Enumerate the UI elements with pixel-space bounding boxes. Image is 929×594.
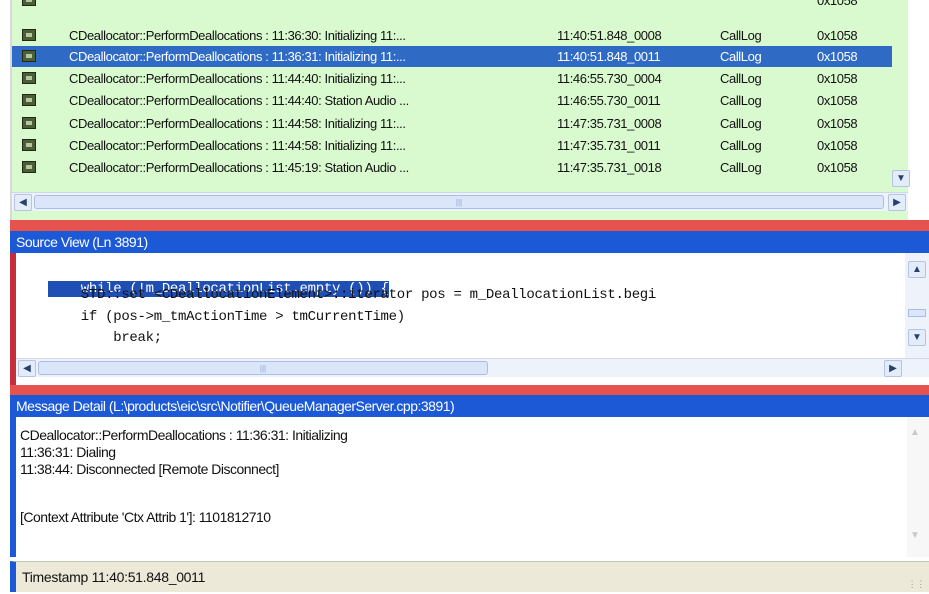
log-row[interactable]: CDeallocator::PerformDeallocations : 11:… xyxy=(12,135,892,156)
message-cell: CDeallocator::PerformDeallocations : 11:… xyxy=(69,93,409,108)
chevron-down-icon: ▼ xyxy=(910,530,920,541)
code-line: STD::set <CDeallocationElement>::iterato… xyxy=(16,287,657,303)
message-cell: CDeallocator::PerformDeallocations : 11:… xyxy=(69,160,409,175)
vertical-scrollbar[interactable]: ▲ ▼ xyxy=(907,417,929,557)
log-row[interactable]: CDeallocator::PerformDeallocations : 11:… xyxy=(12,90,892,111)
source-cell: CallLog xyxy=(720,28,762,43)
chevron-right-icon: ▶ xyxy=(893,197,901,208)
scroll-down-button[interactable]: ▼ xyxy=(910,530,920,541)
timestamp-cell: 11:40:51.848_0011 xyxy=(557,49,661,64)
log-row[interactable]: CDeallocator::PerformDeallocations : 11:… xyxy=(12,68,892,89)
log-entry-icon xyxy=(22,50,36,62)
message-detail-title: Message Detail (L:\products\eic\src\Noti… xyxy=(16,398,455,414)
grip-icon: ||| xyxy=(259,363,267,373)
scroll-up-button[interactable]: ▲ xyxy=(910,427,920,438)
grip-icon: ||| xyxy=(455,197,463,207)
scroll-right-button[interactable]: ▶ xyxy=(888,194,906,211)
scroll-left-button[interactable]: ◀ xyxy=(14,194,32,211)
scroll-right-button[interactable]: ▶ xyxy=(884,360,902,377)
thread-id-cell: 0x1058 xyxy=(817,49,858,64)
detail-line: 11:36:31: Dialing xyxy=(20,444,116,460)
scroll-down-button[interactable]: ▼ xyxy=(908,329,926,346)
chevron-down-icon: ▼ xyxy=(912,332,922,343)
source-cell: CallLog xyxy=(720,116,762,131)
detail-line: [Context Attribute 'Ctx Attrib 1']: 1101… xyxy=(20,509,271,525)
log-list[interactable]: 0x1058 CDeallocator::PerformDeallocation… xyxy=(10,0,910,220)
log-entry-icon xyxy=(22,161,36,173)
resize-grip-icon[interactable]: ⋮⋮ xyxy=(908,579,926,590)
log-entry-icon xyxy=(22,29,36,41)
timestamp-cell: 11:47:35.731_0011 xyxy=(557,138,661,153)
thread-id-cell: 0x1058 xyxy=(817,93,858,108)
scroll-thumb[interactable]: ||| xyxy=(34,195,884,209)
source-view-pane[interactable]: while (!m_DeallocationList.empty ()) { S… xyxy=(10,253,929,385)
message-cell: CDeallocator::PerformDeallocations : 11:… xyxy=(69,28,406,43)
source-cell: CallLog xyxy=(720,138,762,153)
source-cell: CallLog xyxy=(720,71,762,86)
detail-line: 11:38:44: Disconnected [Remote Disconnec… xyxy=(20,461,279,477)
thread-id-cell: 0x1058 xyxy=(817,160,858,175)
message-cell: CDeallocator::PerformDeallocations : 11:… xyxy=(69,71,406,86)
chevron-up-icon: ▲ xyxy=(910,427,920,438)
code-line: if (pos->m_tmActionTime > tmCurrentTime) xyxy=(16,309,405,325)
message-cell: CDeallocator::PerformDeallocations : 11:… xyxy=(69,138,406,153)
timestamp-cell: 11:47:35.731_0018 xyxy=(557,160,662,175)
source-cell: CallLog xyxy=(720,49,762,64)
source-cell: CallLog xyxy=(720,160,762,175)
source-view-header: Source View (Ln 3891) xyxy=(10,231,929,253)
log-row-selected[interactable]: CDeallocator::PerformDeallocations : 11:… xyxy=(12,46,892,67)
message-detail-pane[interactable]: CDeallocator::PerformDeallocations : 11:… xyxy=(10,417,929,557)
chevron-right-icon: ▶ xyxy=(889,363,897,374)
log-row-partial[interactable]: 0x1058 xyxy=(12,0,892,11)
timestamp-cell: 11:40:51.848_0008 xyxy=(557,28,662,43)
message-cell: CDeallocator::PerformDeallocations : 11:… xyxy=(69,49,406,64)
log-row[interactable]: CDeallocator::PerformDeallocations : 11:… xyxy=(12,113,892,134)
chevron-left-icon: ◀ xyxy=(19,197,27,208)
message-cell: CDeallocator::PerformDeallocations : 11:… xyxy=(69,116,406,131)
log-entry-icon xyxy=(22,72,36,84)
message-detail-header: Message Detail (L:\products\eic\src\Noti… xyxy=(10,395,929,417)
chevron-up-icon: ▲ xyxy=(912,264,922,275)
timestamp-cell: 11:46:55.730_0004 xyxy=(557,71,662,86)
log-entry-icon xyxy=(22,0,36,6)
scroll-left-button[interactable]: ◀ xyxy=(18,360,36,377)
thread-id-cell: 0x1058 xyxy=(817,0,858,8)
log-entry-icon xyxy=(22,139,36,151)
thread-id-cell: 0x1058 xyxy=(817,138,858,153)
scroll-thumb[interactable]: ||| xyxy=(38,361,488,375)
detail-line: CDeallocator::PerformDeallocations : 11:… xyxy=(20,427,348,443)
scroll-thumb[interactable] xyxy=(908,309,926,317)
log-entry-icon xyxy=(22,94,36,106)
horizontal-scrollbar[interactable]: ◀ ||| ▶ xyxy=(12,192,908,211)
code-line: while (!m_DeallocationList.empty ()) { xyxy=(16,265,389,297)
chevron-down-icon: ▼ xyxy=(896,173,906,184)
thread-id-cell: 0x1058 xyxy=(817,116,858,131)
splitter-bar[interactable] xyxy=(10,385,929,395)
code-line: break; xyxy=(16,330,162,346)
thread-id-cell: 0x1058 xyxy=(817,28,858,43)
chevron-left-icon: ◀ xyxy=(23,363,31,374)
status-bar: Timestamp 11:40:51.848_0011 ⋮⋮ xyxy=(10,561,929,592)
timestamp-cell: 11:47:35.731_0008 xyxy=(557,116,662,131)
log-entry-icon xyxy=(22,117,36,129)
log-row[interactable]: CDeallocator::PerformDeallocations : 11:… xyxy=(12,157,892,178)
splitter-bar[interactable] xyxy=(10,220,929,231)
scroll-up-button[interactable]: ▲ xyxy=(908,261,926,278)
source-view-title: Source View (Ln 3891) xyxy=(16,234,148,250)
thread-id-cell: 0x1058 xyxy=(817,71,858,86)
log-row[interactable]: CDeallocator::PerformDeallocations : 11:… xyxy=(12,25,892,46)
horizontal-scrollbar[interactable]: ◀ ||| ▶ xyxy=(16,358,929,377)
source-cell: CallLog xyxy=(720,93,762,108)
vertical-scrollbar[interactable]: ▲ ▼ xyxy=(905,253,929,363)
scroll-down-button[interactable]: ▼ xyxy=(892,170,910,187)
timestamp-cell: 11:46:55.730_0011 xyxy=(557,93,661,108)
status-text: Timestamp 11:40:51.848_0011 xyxy=(22,569,206,585)
